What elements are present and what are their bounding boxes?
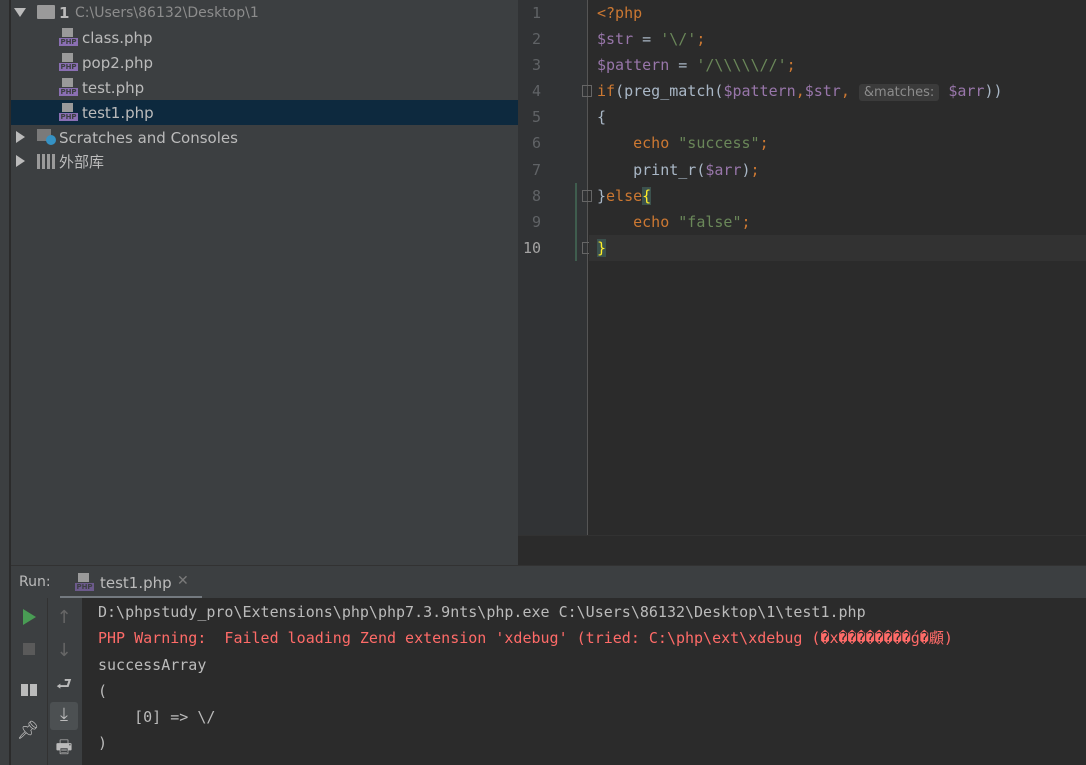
fold-icon[interactable] [582, 190, 592, 202]
line-number: 7 [531, 161, 541, 179]
console-line: successArray [98, 656, 207, 674]
current-line-highlight [589, 235, 1086, 261]
rerun-icon[interactable] [23, 609, 36, 625]
file-item[interactable]: PHP test.php [11, 75, 518, 100]
code-line: print_r($arr); [597, 161, 760, 179]
code-line: $str = '\/'; [597, 30, 706, 48]
pin-icon[interactable]: 📌︎ [13, 720, 43, 741]
line-number: 2 [531, 30, 541, 48]
code-line: if(preg_match($pattern,$str, &matches: $… [597, 82, 1003, 101]
root-name: 1 [59, 3, 70, 22]
library-icon [37, 154, 55, 169]
code-line: } [597, 239, 607, 257]
left-tool-strip [0, 0, 10, 765]
code-line: <?php [597, 4, 643, 22]
php-file-icon: PHP [59, 78, 78, 96]
line-number: 4 [531, 82, 541, 100]
console-line-error: PHP Warning: Failed loading Zend extensi… [98, 629, 953, 647]
console-output[interactable]: D:\phpstudy_pro\Extensions\php\php7.3.9n… [82, 598, 1086, 765]
print-icon[interactable]: 🖶︎ [49, 735, 79, 765]
line-number: 9 [531, 213, 541, 231]
console-line: D:\phpstudy_pro\Extensions\php\php7.3.9n… [98, 603, 866, 621]
line-number: 8 [531, 187, 541, 205]
code-line: $pattern = '/\\\\\//'; [597, 56, 796, 74]
down-arrow-icon[interactable]: ↓ [49, 640, 79, 661]
file-name: pop2.php [82, 53, 154, 72]
file-item-selected[interactable]: PHP test1.php [11, 100, 518, 125]
file-name: test1.php [82, 103, 154, 122]
run-toolbar: 📌︎ ↑ ↓ ⮐ ⤓ 🖶︎ [11, 598, 82, 765]
tree-root[interactable]: 1 C:\Users\86132\Desktop\1 [11, 0, 518, 25]
line-number: 1 [531, 4, 541, 22]
scroll-to-end-icon[interactable]: ⤓ [50, 702, 78, 730]
console-line: [0] => \/ [98, 708, 216, 726]
chevron-right-icon[interactable] [16, 131, 25, 143]
chevron-down-icon[interactable] [14, 8, 26, 17]
fold-icon[interactable] [582, 85, 592, 97]
php-file-icon: PHP [59, 28, 78, 46]
file-name: class.php [82, 28, 153, 47]
console-line: ) [98, 734, 108, 752]
run-label: Run: [19, 574, 51, 590]
gutter: 1 2 3 4 5 6 7 8 9 10 [518, 0, 592, 535]
editor-bottom [518, 535, 1086, 565]
php-file-icon: PHP [75, 573, 94, 591]
chevron-right-icon[interactable] [16, 155, 25, 167]
tree-external-libraries[interactable]: 外部库 [11, 149, 518, 174]
clock-icon [46, 135, 56, 145]
external-libraries-label: 外部库 [59, 153, 105, 171]
layout-icon[interactable] [21, 684, 37, 696]
code-editor[interactable]: 1 2 3 4 5 6 7 8 9 10 <?php $str = '\/'; … [518, 0, 1086, 535]
project-panel: 1 C:\Users\86132\Desktop\1 PHP class.php… [11, 0, 518, 565]
file-name: test.php [82, 78, 145, 97]
code-line: }else{ [597, 187, 652, 205]
tree-scratches[interactable]: Scratches and Consoles [11, 125, 518, 150]
parameter-hint: &matches: [858, 84, 940, 101]
line-number-current: 10 [522, 239, 541, 257]
php-file-icon: PHP [59, 53, 78, 71]
stop-icon[interactable] [23, 643, 35, 655]
code-line: echo "false"; [597, 213, 751, 231]
php-file-icon: PHP [59, 103, 78, 121]
line-number: 5 [531, 108, 541, 126]
run-panel-header: Run: PHP test1.php ✕ [11, 565, 1086, 599]
up-arrow-icon[interactable]: ↑ [49, 607, 79, 628]
folder-icon [37, 5, 55, 19]
run-tab[interactable]: PHP test1.php ✕ [60, 566, 202, 599]
soft-wrap-icon[interactable]: ⮐ [49, 672, 79, 702]
console-line: ( [98, 682, 108, 700]
close-icon[interactable]: ✕ [177, 573, 189, 589]
code-line: { [597, 108, 607, 126]
code-line: echo "success"; [597, 134, 769, 152]
file-item[interactable]: PHP class.php [11, 25, 518, 50]
line-number: 3 [531, 56, 541, 74]
file-item[interactable]: PHP pop2.php [11, 50, 518, 75]
root-path: C:\Users\86132\Desktop\1 [75, 4, 259, 21]
run-tab-label: test1.php [100, 574, 172, 592]
line-number: 6 [531, 134, 541, 152]
scratches-label: Scratches and Consoles [59, 128, 238, 147]
vcs-change-marker [575, 183, 577, 261]
